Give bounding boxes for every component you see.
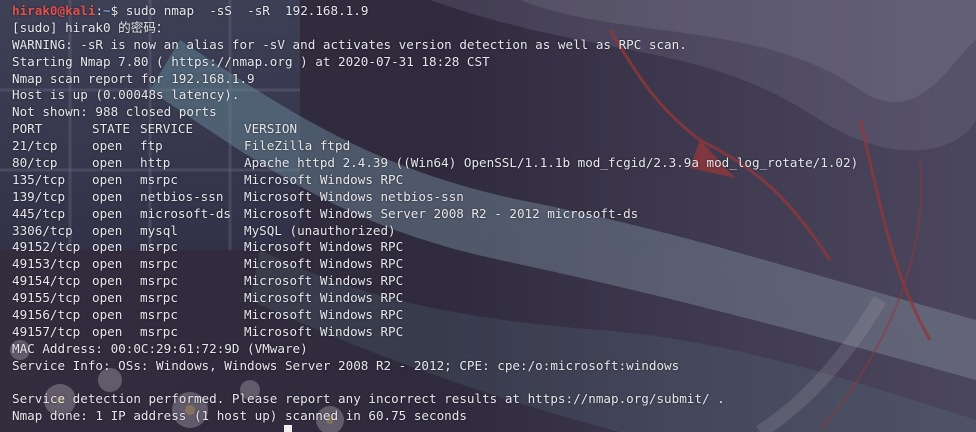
row-port: 49155/tcp (12, 290, 81, 306)
row-port: 49152/tcp (12, 239, 81, 255)
prompt-user: hirak0 (12, 3, 58, 18)
sudo-password-prompt: [sudo] hirak0 的密码： (12, 19, 169, 35)
row-service: msrpc (140, 239, 178, 255)
table-row: 49155/tcp open msrpc Microsoft Windows RPC (12, 290, 976, 307)
row-state: open (92, 138, 123, 154)
nmap-done-line: Nmap done: 1 IP address (1 host up) scan… (12, 408, 976, 425)
scan-report-line: Nmap scan report for 192.168.1.9 (12, 70, 255, 86)
row-service: msrpc (140, 256, 178, 272)
row-service: msrpc (140, 171, 178, 187)
row-service: http (140, 155, 171, 171)
table-row: 49154/tcp open msrpc Microsoft Windows RPC (12, 273, 976, 290)
row-state: open (92, 307, 123, 323)
row-port: 49154/tcp (12, 273, 81, 289)
table-row: 49153/tcp open msrpc Microsoft Windows RPC (12, 256, 976, 273)
row-state: open (92, 205, 123, 221)
row-version: Microsoft Windows RPC (244, 323, 404, 339)
row-port: 80/tcp (12, 155, 58, 171)
row-version: Microsoft Windows RPC (244, 290, 404, 306)
row-port: 49157/tcp (12, 323, 81, 339)
prompt-path: ~ (103, 3, 111, 18)
row-state: open (92, 323, 123, 339)
row-version: Microsoft Windows RPC (244, 171, 404, 187)
row-service: netbios-ssn (140, 188, 224, 204)
prompt-user-host: hirak0@kali (12, 3, 95, 18)
row-state: open (92, 222, 123, 238)
table-row: 3306/tcp open mysql MySQL (unauthorized) (12, 223, 976, 240)
row-state: open (92, 256, 123, 272)
row-service: msrpc (140, 323, 178, 339)
header-port: PORT (12, 121, 43, 137)
row-state: open (92, 155, 123, 171)
table-row: 21/tcp open ftp FileZilla ftpd (12, 138, 976, 155)
row-state: open (92, 239, 123, 255)
row-port: 3306/tcp (12, 222, 73, 238)
starting-nmap-line: Starting Nmap 7.80 ( https://nmap.org ) … (12, 53, 490, 69)
header-service: SERVICE (140, 121, 194, 137)
table-row: 49156/tcp open msrpc Microsoft Windows RPC (12, 307, 976, 324)
mac-address-line: MAC Address: 00:0C:29:61:72:9D (VMware) (12, 340, 308, 356)
row-state: open (92, 188, 123, 204)
row-version: Microsoft Windows RPC (244, 239, 404, 255)
row-version: Microsoft Windows netbios-ssn (244, 188, 464, 204)
prompt-colon: : (95, 3, 104, 18)
row-service: msrpc (140, 307, 178, 323)
row-service: msrpc (140, 273, 178, 289)
prompt-at: @ (57, 3, 66, 18)
host-up-line: Host is up (0.00048s latency). (12, 87, 240, 103)
header-version: VERSION (244, 121, 298, 137)
not-shown-line: Not shown: 988 closed ports (12, 104, 217, 120)
command-text: sudo nmap -sS -sR 192.168.1.9 (118, 3, 369, 18)
row-state: open (92, 273, 123, 289)
row-port: 139/tcp (12, 188, 66, 204)
row-version: FileZilla ftpd (244, 138, 351, 154)
table-row: 445/tcp open microsoft-ds Microsoft Windows… (12, 206, 976, 223)
terminal-output[interactable]: hirak0@kali:~$ sudo nmap -sS -sR 192.168… (12, 3, 976, 432)
table-row: 139/tcp open netbios-ssn Microsoft Windows … (12, 189, 976, 206)
row-port: 445/tcp (12, 205, 66, 221)
row-port: 21/tcp (12, 138, 58, 154)
table-row: 80/tcp open http Apache httpd 2.4.39 ((Win6… (12, 155, 976, 172)
row-service: ftp (140, 138, 163, 154)
table-row: 49152/tcp open msrpc Microsoft Windows RPC (12, 239, 976, 256)
table-header: PORT STATE SERVICE VERSION (12, 121, 976, 138)
row-port: 49156/tcp (12, 307, 81, 323)
row-port: 49153/tcp (12, 256, 81, 272)
row-version: Microsoft Windows RPC (244, 307, 404, 323)
row-service: msrpc (140, 290, 178, 306)
nmap-done-text: Nmap done: 1 IP address (1 host up) scan… (12, 408, 467, 424)
service-detection-line: Service detection performed. Please repo… (12, 391, 725, 407)
terminal-cursor (284, 425, 292, 432)
row-version: Microsoft Windows RPC (244, 256, 404, 272)
table-row: 135/tcp open msrpc Microsoft Windows RPC (12, 172, 976, 189)
row-state: open (92, 171, 123, 187)
input-line[interactable] (12, 425, 976, 432)
row-service: mysql (140, 222, 178, 238)
row-port: 135/tcp (12, 171, 66, 187)
row-version: MySQL (unauthorized) (244, 222, 396, 238)
prompt-host: kali (65, 3, 96, 18)
row-version: Apache httpd 2.4.39 ((Win64) OpenSSL/1.1… (244, 155, 859, 171)
row-state: open (92, 290, 123, 306)
row-version: Microsoft Windows Server 2008 R2 - 2012 … (244, 205, 639, 221)
header-state: STATE (92, 121, 130, 137)
service-info-line: Service Info: OSs: Windows, Windows Serv… (12, 357, 680, 373)
command-prompt-line: hirak0@kali:~$ sudo nmap -sS -sR 192.168… (12, 3, 976, 20)
table-row: 49157/tcp open msrpc Microsoft Windows RPC (12, 324, 976, 341)
row-version: Microsoft Windows RPC (244, 273, 404, 289)
warning-line: WARNING: -sR is now an alias for -sV and… (12, 36, 687, 52)
row-service: microsoft-ds (140, 205, 231, 221)
